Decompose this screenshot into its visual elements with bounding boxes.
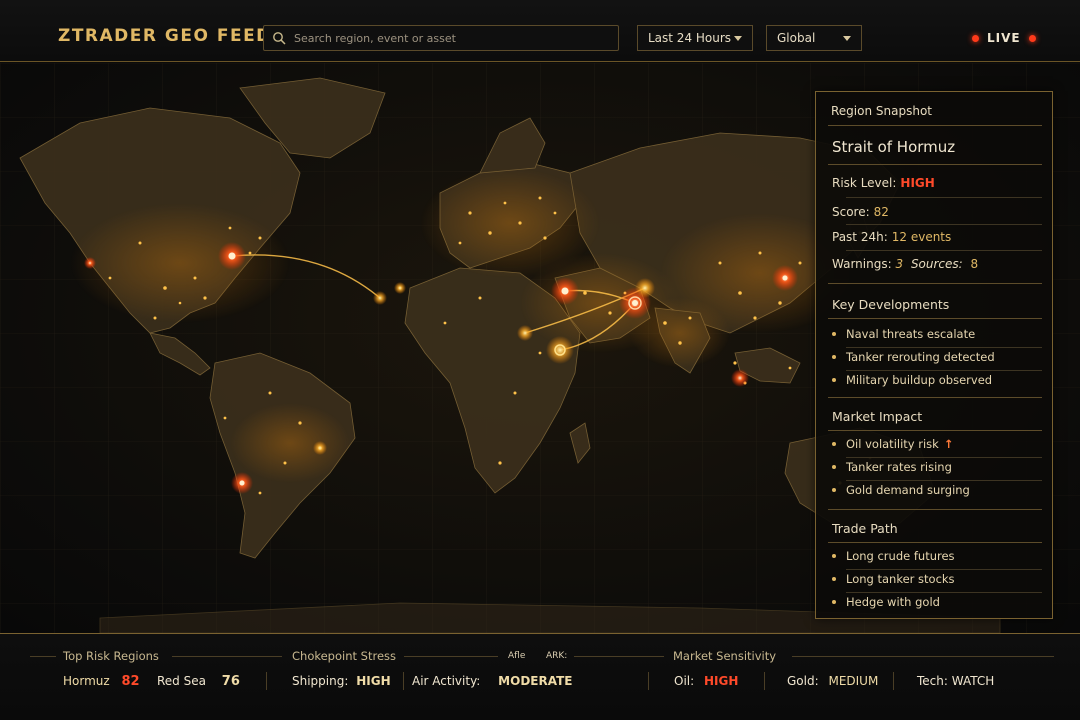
- past-24h-value: 12 events: [891, 230, 952, 244]
- oil-label: Oil:: [674, 674, 695, 688]
- gold-value: MEDIUM: [828, 674, 879, 688]
- scope-value: Global: [777, 31, 816, 45]
- score-row: Score: 82: [832, 205, 889, 219]
- shipping-value: HIGH: [356, 674, 391, 688]
- time-range-dropdown[interactable]: Last 24 Hours: [637, 25, 753, 51]
- divider: [828, 318, 1042, 319]
- market-impact-heading: Market Impact: [832, 409, 923, 424]
- chevron-down-icon: [734, 35, 742, 41]
- list-item: Hedge with gold: [832, 595, 940, 609]
- region-stat-hormuz[interactable]: Hormuz 82: [63, 674, 140, 689]
- divider: [828, 397, 1042, 398]
- risk-level-value: HIGH: [900, 176, 935, 190]
- key-developments-heading: Key Developments: [832, 297, 950, 312]
- region-name: Red Sea: [157, 674, 206, 688]
- oil-stat: Oil: HIGH: [674, 674, 738, 688]
- list-item: Oil volatility risk ↑: [832, 437, 953, 451]
- region-name: Hormuz: [63, 674, 110, 688]
- warnings-value: 3: [895, 257, 904, 271]
- search-box[interactable]: [263, 25, 619, 51]
- list-item: Long crude futures: [832, 549, 955, 563]
- divider: [828, 125, 1042, 126]
- warnings-label: Warnings:: [832, 257, 892, 271]
- list-item: Tanker rates rising: [832, 460, 952, 474]
- region-score: 76: [221, 674, 240, 689]
- trade-path-heading: Trade Path: [832, 521, 898, 536]
- app-title: ZTRADER GEO FEED: [58, 26, 272, 46]
- score-label: Score:: [832, 205, 870, 219]
- mini-label: ARK:: [546, 651, 568, 661]
- divider: [828, 283, 1042, 284]
- search-input[interactable]: [294, 31, 604, 45]
- region-score: 82: [121, 674, 140, 689]
- sources-value: 8: [970, 257, 979, 271]
- past-24h-label: Past 24h:: [832, 230, 888, 244]
- chevron-down-icon: [843, 35, 851, 41]
- live-dot-icon: [1028, 34, 1036, 42]
- tech-value: WATCH: [951, 674, 995, 688]
- list-item: Long tanker stocks: [832, 572, 955, 586]
- list-item: Gold demand surging: [832, 483, 970, 497]
- divider: [846, 197, 1042, 198]
- top-bar: ZTRADER GEO FEED Last 24 Hours Global LI…: [0, 0, 1080, 62]
- scope-dropdown[interactable]: Global: [766, 25, 862, 51]
- gold-stat: Gold: MEDIUM: [787, 674, 878, 688]
- divider: [828, 164, 1042, 165]
- divider: [828, 542, 1042, 543]
- list-item: Tanker rerouting detected: [832, 350, 995, 364]
- air-activity-stat: Air Activity: MODERATE: [412, 674, 572, 688]
- divider: [846, 224, 1042, 225]
- warnings-row: Warnings: 3 Sources: 8: [832, 257, 978, 271]
- air-activity-label: Air Activity:: [412, 674, 481, 688]
- risk-level-row: Risk Level: HIGH: [832, 176, 935, 190]
- air-activity-value: MODERATE: [498, 674, 573, 688]
- shipping-label: Shipping:: [292, 674, 349, 688]
- panel-title: Region Snapshot: [831, 104, 932, 118]
- oil-value: HIGH: [703, 674, 739, 688]
- region-snapshot-panel: Region Snapshot Strait of Hormuz Risk Le…: [815, 91, 1053, 619]
- list-item: Military buildup observed: [832, 373, 992, 387]
- tech-stat: Tech: WATCH: [917, 674, 994, 688]
- tech-label: Tech:: [917, 674, 948, 688]
- market-sensitivity-heading: Market Sensitivity: [673, 649, 777, 663]
- past-24h-row: Past 24h: 12 events: [832, 230, 951, 244]
- risk-level-label: Risk Level:: [832, 176, 897, 190]
- live-dot-icon: [972, 34, 979, 42]
- sources-label: Sources:: [910, 257, 963, 271]
- arrow-up-icon: ↑: [943, 437, 954, 451]
- chokepoint-heading: Chokepoint Stress: [292, 649, 397, 663]
- search-icon: [273, 32, 286, 45]
- shipping-stat: Shipping: HIGH: [292, 674, 391, 688]
- top-risk-heading: Top Risk Regions: [63, 649, 159, 663]
- divider: [846, 250, 1042, 251]
- score-value: 82: [873, 205, 889, 219]
- divider: [828, 509, 1042, 510]
- divider: [828, 430, 1042, 431]
- region-name: Strait of Hormuz: [832, 138, 956, 156]
- list-item: Naval threats escalate: [832, 327, 975, 341]
- time-range-value: Last 24 Hours: [648, 31, 732, 45]
- region-stat-red-sea[interactable]: Red Sea 76: [157, 674, 240, 689]
- bottom-status-bar: Top Risk Regions Hormuz 82 Red Sea 76 Ch…: [0, 633, 1080, 720]
- mini-label: Afle: [508, 651, 526, 661]
- live-label: LIVE: [987, 31, 1021, 45]
- gold-label: Gold:: [787, 674, 819, 688]
- live-indicator: LIVE: [972, 31, 1036, 45]
